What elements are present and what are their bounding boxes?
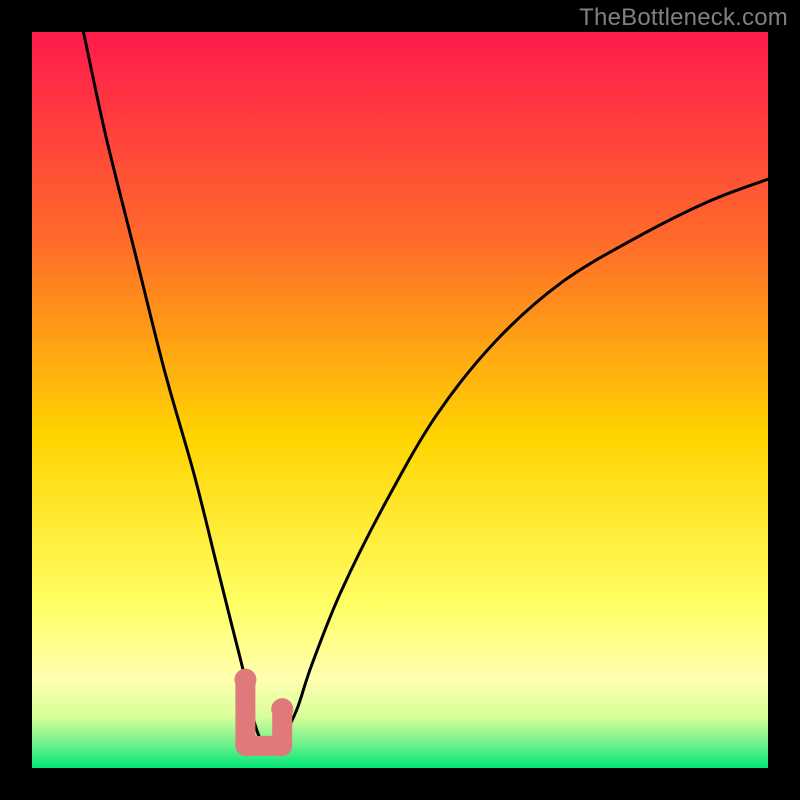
attribution-label: TheBottleneck.com — [579, 4, 788, 32]
chart-frame: TheBottleneck.com — [0, 0, 800, 800]
bottleneck-plot — [32, 32, 768, 768]
plot-background — [32, 32, 768, 768]
